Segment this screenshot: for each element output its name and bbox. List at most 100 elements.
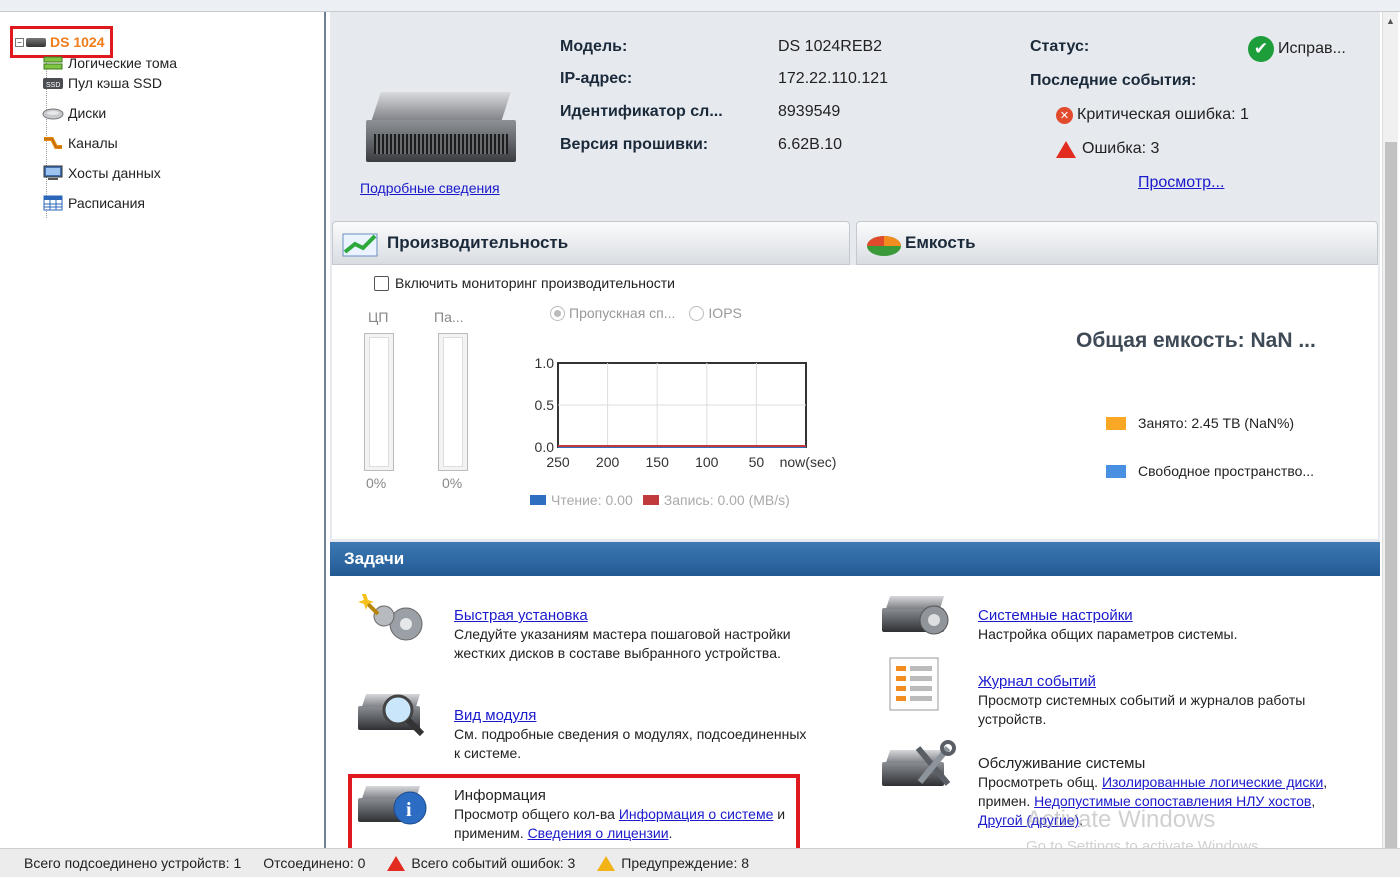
tree-item-disks[interactable]: Диски (42, 102, 106, 124)
performance-panel: Включить мониторинг производительности Ц… (332, 265, 1378, 539)
throughput-chart: 1.0 0.5 0.0250 200 150 100 50 now(sec) (535, 355, 837, 470)
model-value: DS 1024REB2 (778, 38, 883, 55)
svg-text:SSD: SSD (46, 82, 60, 89)
maintenance-desc: Просмотреть общ. (978, 774, 1102, 790)
error-event: Ошибка: 3 (1056, 140, 1159, 158)
main-panel: Подробные сведения Модель: DS 1024REB2 I… (330, 12, 1380, 862)
x-tick-label: 250 (546, 454, 570, 470)
cpu-label: ЦП (368, 309, 389, 325)
chart-legend: Чтение: 0.00 Запись: 0.00 (MB/s) (530, 492, 790, 508)
tree-item-label: Расписания (68, 195, 145, 211)
total-capacity: Общая емкость: NaN ... (1076, 329, 1316, 352)
model-label: Модель: (560, 38, 628, 55)
event-log-desc: Просмотр системных событий и журналов ра… (978, 692, 1306, 727)
tree-item-data-hosts[interactable]: Хосты данных (42, 162, 161, 184)
system-settings-gear-icon (878, 590, 958, 646)
error-triangle-icon (1056, 140, 1076, 158)
storage-server-icon (366, 92, 516, 162)
capacity-used-text: Занято: 2.45 TB (NaN%) (1138, 415, 1295, 431)
host-icon (42, 165, 64, 181)
warning-triangle-icon (597, 855, 616, 871)
details-link[interactable]: Подробные сведения (360, 180, 500, 196)
tree-item-label: Хосты данных (68, 165, 161, 181)
tree-item-label: Каналы (68, 135, 118, 151)
critical-event: ✕ Критическая ошибка: 1 (1056, 106, 1249, 124)
quick-setup-wizard-icon (354, 590, 434, 646)
tab-capacity[interactable]: Емкость (856, 221, 1378, 265)
radio-iops[interactable] (689, 305, 705, 321)
capacity-used-legend: Занято: 2.45 TB (NaN%) (1106, 415, 1294, 431)
maintenance-desc-3: , (1311, 793, 1316, 809)
capacity-free-text: Свободное пространство... (1138, 463, 1315, 479)
event-log-document-icon (882, 656, 962, 712)
monitor-checkbox[interactable] (374, 275, 389, 291)
error-triangle-icon (387, 855, 406, 871)
tree-root-label: DS 1024 (50, 34, 105, 50)
tree-item-volumes[interactable]: Логические тома (42, 52, 177, 74)
tree-item-ssd-pool[interactable]: SSD Пул кэша SSD (42, 72, 162, 94)
tree-item-channels[interactable]: Каналы (42, 132, 118, 154)
capacity-title: Емкость (905, 233, 976, 252)
task-module-view: Вид модуля См. подробные сведения о моду… (454, 706, 814, 763)
cpu-percent: 0% (366, 475, 387, 491)
monitor-toggle[interactable]: Включить мониторинг производительности (374, 275, 675, 291)
module-view-link[interactable]: Вид модуля (454, 707, 536, 724)
critical-event-text: Критическая ошибка: 1 (1077, 106, 1249, 123)
scrollbar-thumb[interactable] (1385, 142, 1397, 848)
tab-performance[interactable]: Производительность (332, 221, 850, 265)
firmware-value: 6.62B.10 (778, 136, 843, 153)
memory-label: Па... (434, 309, 464, 325)
legend-write-swatch (642, 495, 659, 505)
used-swatch (1106, 416, 1126, 430)
status-text: Исправ... (1278, 40, 1346, 57)
event-log-link[interactable]: Журнал событий (978, 673, 1096, 690)
status-value: ✔ Исправ... (1248, 36, 1346, 62)
view-events-link[interactable]: Просмотр... (1138, 174, 1224, 192)
tasks-panel: Быстрая установка Следуйте указаниям мас… (330, 576, 1380, 862)
disk-icon (42, 105, 64, 121)
system-settings-link[interactable]: Системные настройки (978, 607, 1133, 624)
performance-title: Производительность (387, 233, 569, 252)
y-tick-label: 1.0 (535, 355, 555, 371)
monitor-label: Включить мониторинг производительности (395, 275, 675, 291)
tree-item-schedules[interactable]: Расписания (42, 192, 145, 214)
radio-throughput-label: Пропускная сп... (569, 305, 676, 321)
disconnected-devices: Отсоединено: 0 (263, 855, 366, 871)
maintenance-tools-icon (878, 738, 958, 794)
error-events-text: Всего событий ошибок: 3 (411, 855, 576, 871)
legend-write: Запись: 0.00 (MB/s) (663, 492, 790, 508)
system-settings-desc: Настройка общих параметров системы. (978, 626, 1238, 642)
x-tick-label: 200 (596, 454, 620, 470)
legend-read-swatch (530, 495, 546, 505)
x-tick-label: now(sec) (780, 454, 837, 470)
warnings-text: Предупреждение: 8 (621, 855, 750, 871)
ip-value: 172.22.110.121 (778, 70, 889, 87)
ssd-icon: SSD (42, 75, 64, 91)
module-view-desc: См. подробные сведения о модулях, подсое… (454, 726, 807, 761)
isolated-volumes-link[interactable]: Изолированные логические диски (1102, 774, 1323, 790)
serial-id-label: Идентификатор сл... (560, 103, 723, 120)
vertical-scrollbar[interactable]: ▲ (1382, 12, 1398, 848)
recent-events-label: Последние события: (1030, 72, 1197, 89)
y-tick-label: 0.0 (535, 439, 555, 455)
error-events-count: Всего событий ошибок: 3 (387, 855, 575, 871)
tree-item-label: Логические тома (68, 55, 178, 71)
device-tree: − DS 1024 Логические тома SSD Пул кэша S… (4, 12, 326, 848)
maintenance-title: Обслуживание системы (978, 755, 1146, 772)
scroll-up-arrow-icon[interactable]: ▲ (1386, 16, 1395, 26)
checkmark-icon: ✔ (1248, 36, 1274, 62)
tree-item-label: Пул кэша SSD (68, 75, 162, 91)
x-tick-label: 50 (749, 454, 765, 470)
channels-icon (42, 135, 64, 151)
quick-setup-link[interactable]: Быстрая установка (454, 607, 588, 624)
x-tick-label: 150 (646, 454, 670, 470)
y-tick-label: 0.5 (535, 397, 555, 413)
tree-item-label: Диски (68, 105, 107, 121)
radio-iops-label: IOPS (708, 305, 742, 321)
collapse-toggle-icon[interactable]: − (15, 37, 24, 47)
free-swatch (1106, 464, 1126, 478)
radio-throughput[interactable] (550, 305, 565, 321)
tasks-header: Задачи (330, 542, 1380, 576)
legend-read: Чтение: 0.00 (551, 492, 633, 508)
capacity-pie-icon (865, 228, 903, 258)
